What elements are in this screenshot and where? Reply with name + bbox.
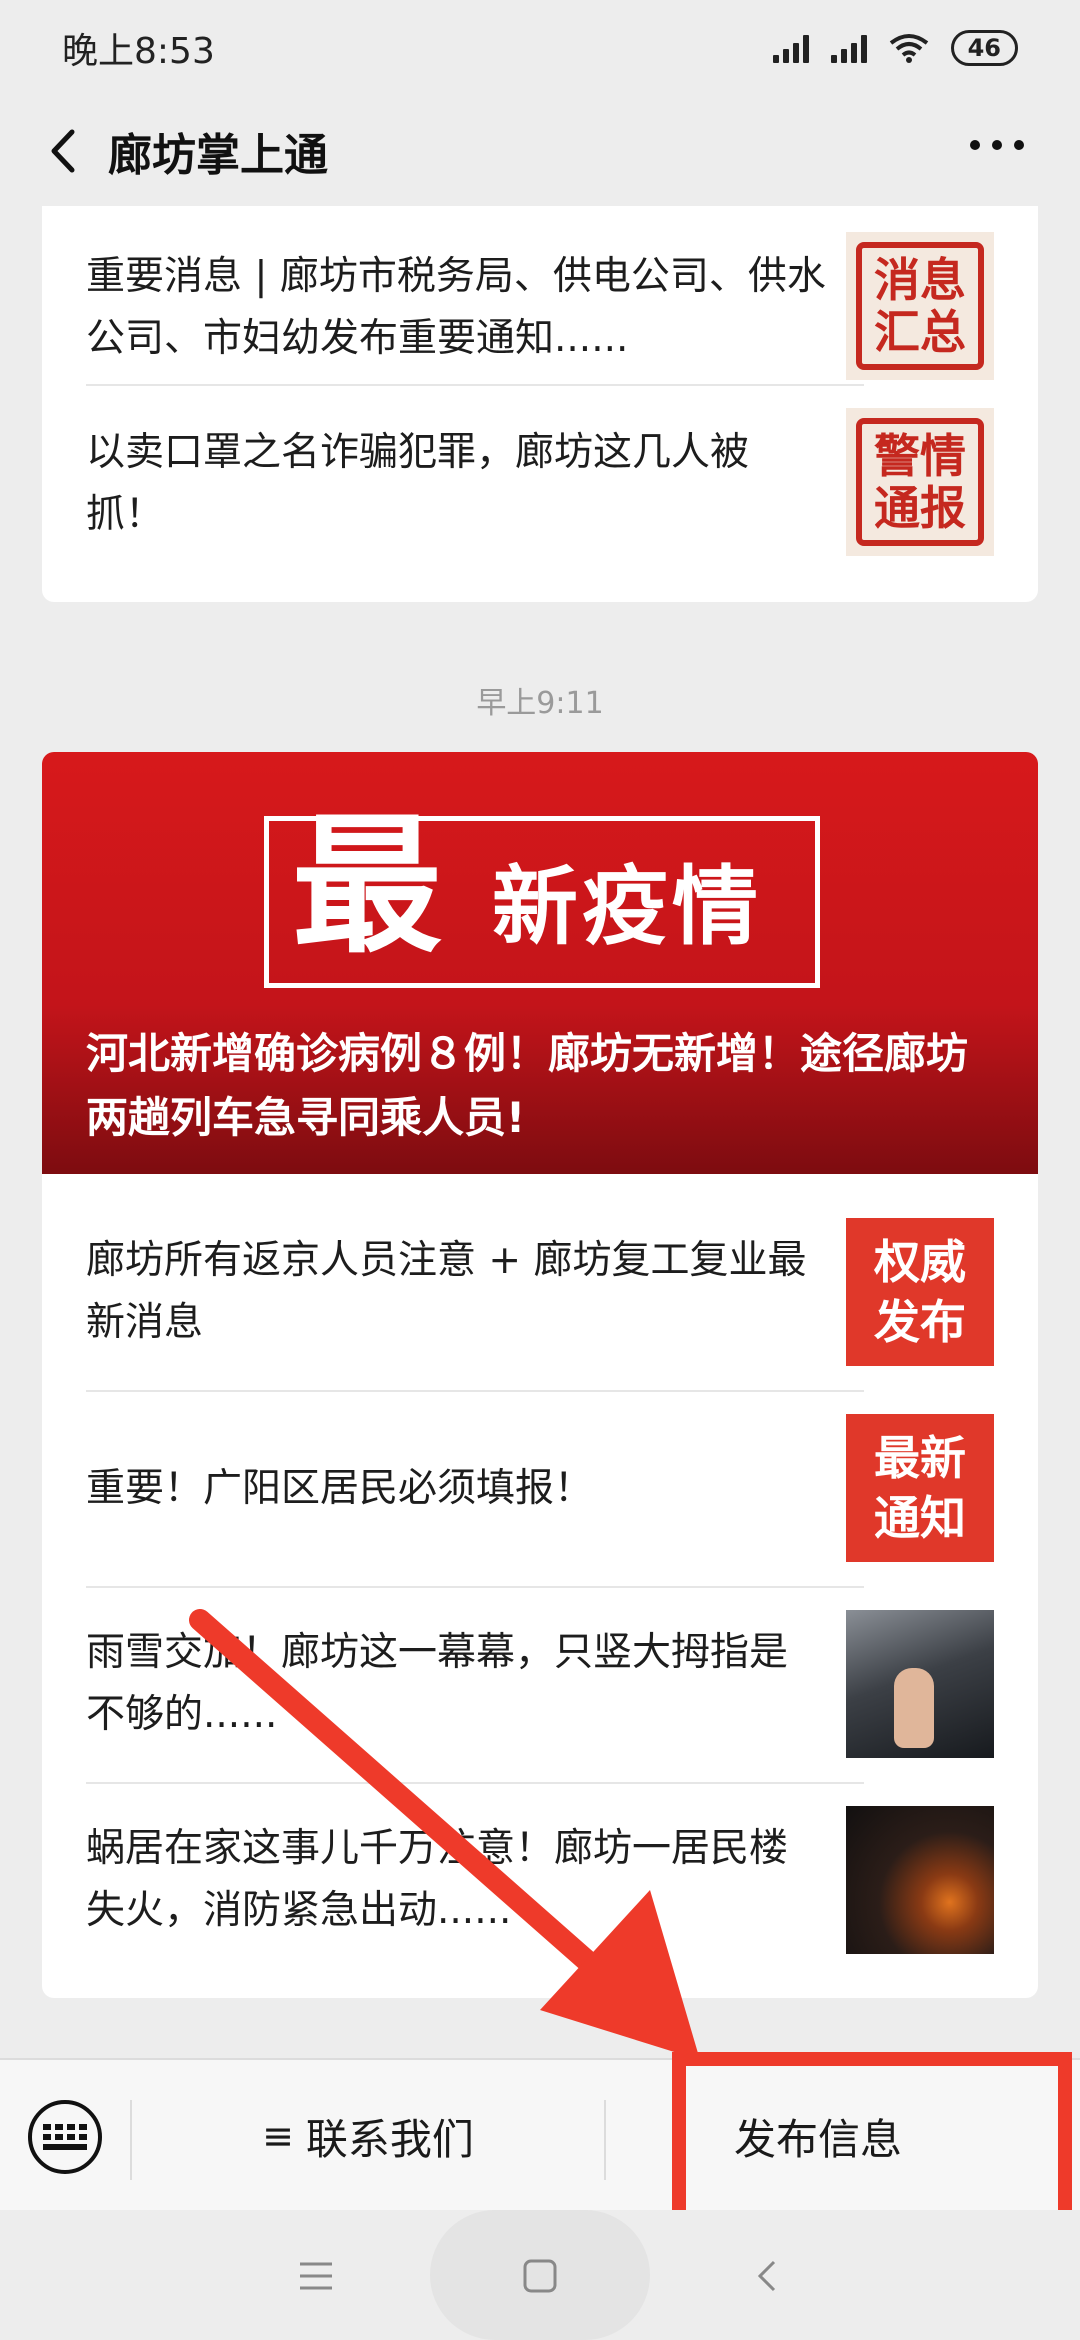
article-thumbnail: 警情通报 [846, 408, 994, 556]
menu-contact-label: 联系我们 [305, 2114, 474, 2164]
menu-contact-us[interactable]: ≡ 联系我们 [132, 2060, 604, 2212]
page-title: 廊坊掌上通 [108, 130, 328, 181]
article-title[interactable]: 重要消息 | 廊坊市税务局、供电公司、供水公司、市妇幼发布重要通知...... [86, 246, 826, 370]
article-title[interactable]: 以卖口罩之名诈骗犯罪，廊坊这几人被抓！ [86, 422, 826, 546]
article-card-previous: 重要消息 | 廊坊市税务局、供电公司、供水公司、市妇幼发布重要通知...... … [42, 206, 1038, 602]
banner-big-char: 最 [292, 800, 443, 974]
nav-home-icon[interactable] [492, 2228, 588, 2324]
list-item[interactable]: 重要！广阳区居民必须填报！ 最新通知 [86, 1414, 994, 1564]
article-photo-thumbnail [846, 1610, 994, 1758]
status-icons: 46 [772, 30, 1018, 66]
nav-back-icon[interactable] [720, 2228, 816, 2324]
thumbnail-stamp-text: 消息汇总 [856, 242, 984, 370]
message-timestamp: 早上9:11 [476, 686, 604, 721]
list-item[interactable]: 蜗居在家这事儿千万注意！廊坊一居民楼失火，消防紧急出动...... [86, 1806, 994, 1956]
nav-menu-icon[interactable] [268, 2228, 364, 2324]
status-bar: 晚上8:53 46 [0, 0, 1080, 96]
article-title[interactable]: 重要！广阳区居民必须填报！ [86, 1458, 826, 1520]
status-time: 晚上8:53 [62, 31, 215, 72]
article-thumbnail: 消息汇总 [846, 232, 994, 380]
keyboard-icon[interactable] [28, 2100, 102, 2174]
wifi-icon [889, 34, 928, 63]
banner-sub-text: 新疫情 [492, 857, 762, 957]
menu-list-icon: ≡ [262, 2114, 294, 2158]
banner-headline[interactable]: 河北新增确诊病例８例！廊坊无新增！途径廊坊两趟列车急寻同乘人员! [86, 1022, 1006, 1150]
list-item[interactable]: 雨雪交加！廊坊这一幕幕，只竖大拇指是不够的...... [86, 1610, 994, 1760]
title-bar: 廊坊掌上通 [0, 96, 1080, 206]
list-item[interactable]: 廊坊所有返京人员注意 + 廊坊复工复业最新消息 权威发布 [86, 1218, 994, 1368]
divider [86, 384, 864, 386]
article-photo-thumbnail [846, 1806, 994, 1954]
divider [86, 1586, 864, 1588]
article-title[interactable]: 雨雪交加！廊坊这一幕幕，只竖大拇指是不够的...... [86, 1622, 826, 1746]
back-arrow-icon[interactable] [38, 124, 92, 178]
thumbnail-stamp-text: 警情通报 [856, 418, 984, 546]
divider [86, 1390, 864, 1392]
more-options-icon[interactable] [970, 140, 1024, 150]
list-item[interactable]: 重要消息 | 廊坊市税务局、供电公司、供水公司、市妇幼发布重要通知...... … [86, 232, 994, 380]
signal-icon [772, 33, 809, 63]
article-title[interactable]: 蜗居在家这事儿千万注意！廊坊一居民楼失火，消防紧急出动...... [86, 1818, 826, 1942]
divider [86, 1782, 864, 1784]
article-card-latest: 最 新疫情 河北新增确诊病例８例！廊坊无新增！途径廊坊两趟列车急寻同乘人员! 廊… [42, 752, 1038, 1998]
article-thumbnail: 权威发布 [846, 1218, 994, 1366]
article-title[interactable]: 廊坊所有返京人员注意 + 廊坊复工复业最新消息 [86, 1230, 826, 1354]
battery-indicator: 46 [950, 30, 1018, 66]
headline-banner[interactable]: 最 新疫情 河北新增确诊病例８例！廊坊无新增！途径廊坊两趟列车急寻同乘人员! [42, 752, 1038, 1174]
signal-icon-2 [830, 33, 867, 63]
thumbs-up-photo [894, 1668, 934, 1748]
article-thumbnail: 最新通知 [846, 1414, 994, 1562]
system-nav-bar [0, 2210, 1080, 2340]
list-item[interactable]: 以卖口罩之名诈骗犯罪，廊坊这几人被抓！ 警情通报 [86, 408, 994, 556]
